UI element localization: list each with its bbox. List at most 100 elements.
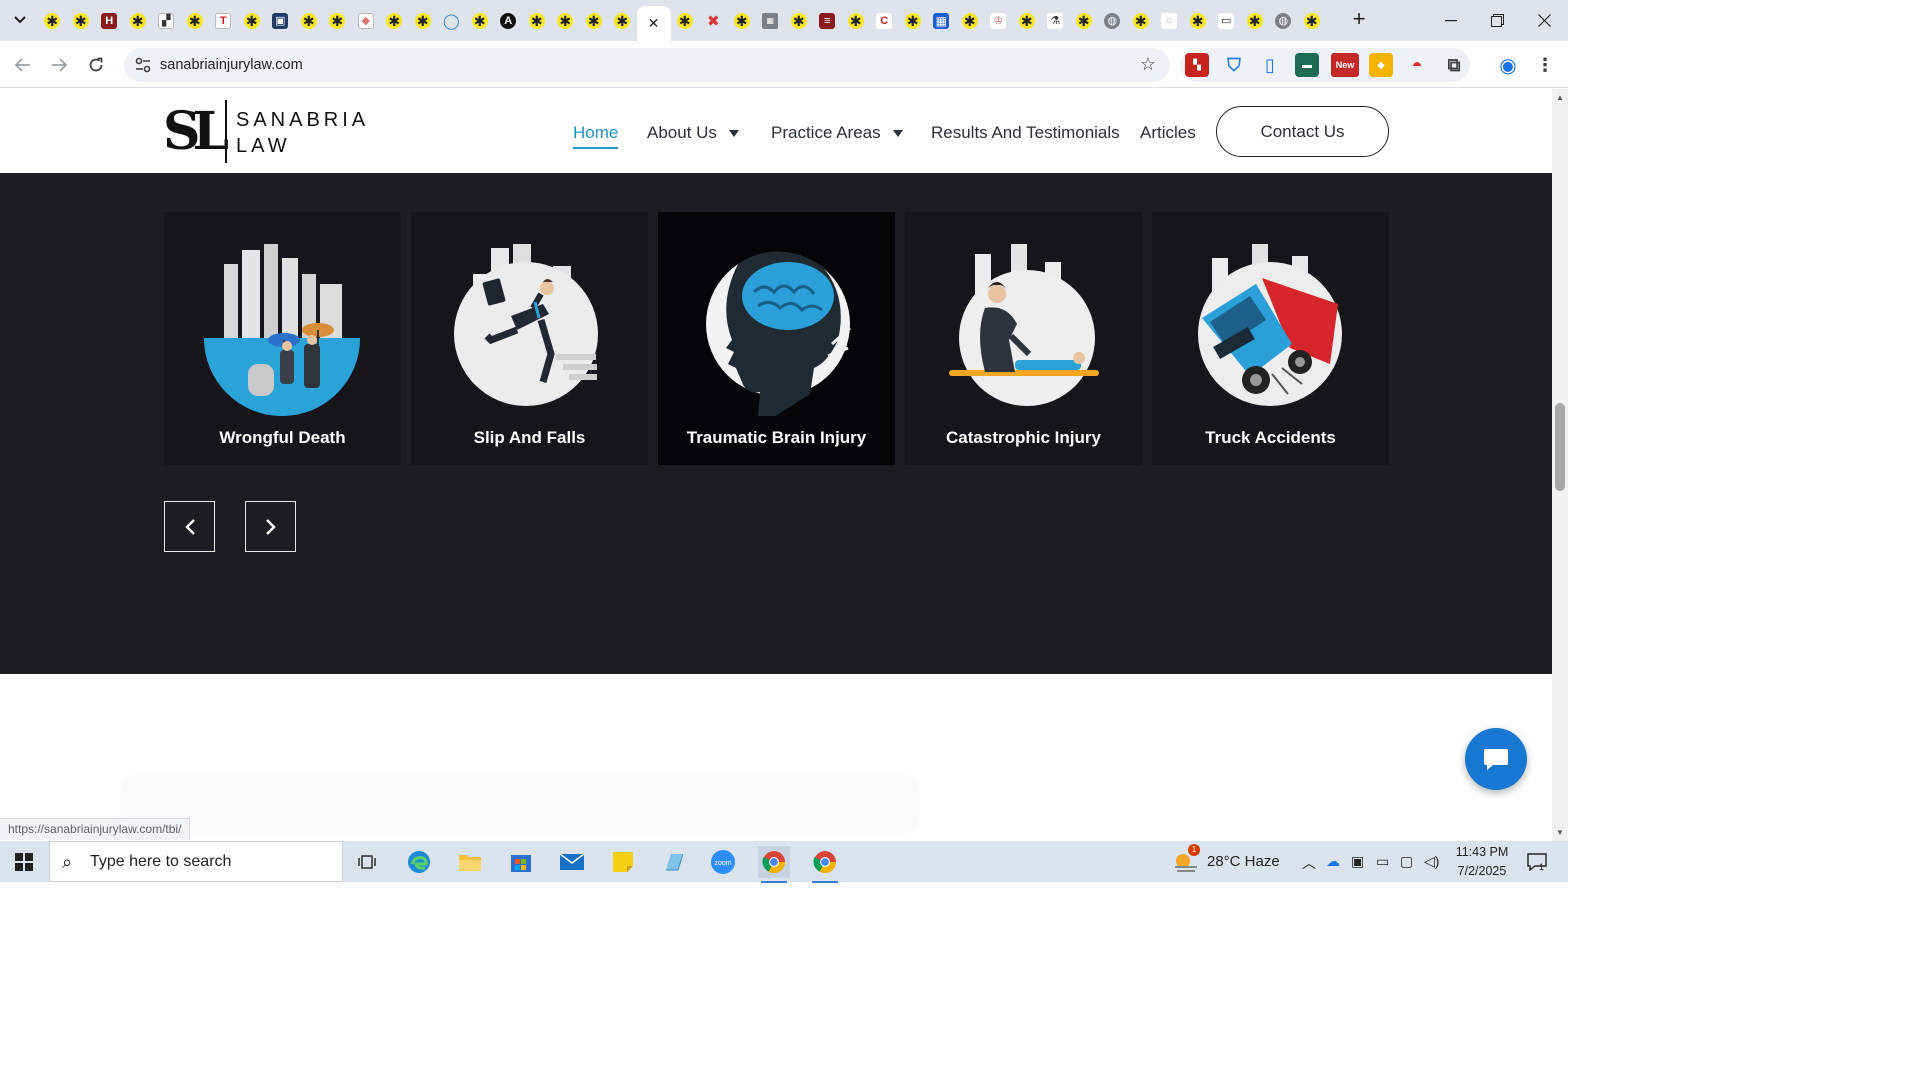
chrome-icon-active[interactable] (758, 846, 790, 883)
volume-icon[interactable]: ◁) (1424, 853, 1439, 870)
start-button[interactable] (0, 841, 48, 882)
browser-tab[interactable]: ✱ (728, 6, 757, 35)
browser-tab[interactable]: ◍ (1098, 6, 1127, 35)
browser-tab[interactable]: ⚗ (1041, 6, 1070, 35)
browser-tab[interactable]: ✱ (956, 6, 985, 35)
sticky-notes-icon[interactable] (607, 846, 639, 878)
site-info-icon[interactable] (134, 56, 152, 74)
onedrive-cloud-icon[interactable]: ☁ (1326, 853, 1340, 870)
browser-tab[interactable]: ✱ (1241, 6, 1270, 35)
shield-extension-icon[interactable]: ⛉ (1222, 53, 1246, 77)
browser-tab[interactable]: ✱ (38, 6, 67, 35)
scroll-up-arrow-icon[interactable]: ▲ (1556, 93, 1564, 102)
browser-tab[interactable]: ✱ (785, 6, 814, 35)
browser-tab[interactable]: ▦ (756, 6, 785, 35)
browser-tab[interactable]: ♔ (984, 6, 1013, 35)
battery-icon[interactable]: ▭ (1376, 853, 1389, 870)
nav-practice-areas[interactable]: Practice Areas (771, 123, 903, 143)
tab-search-button[interactable] (8, 8, 32, 32)
browser-tab[interactable]: ✱ (551, 6, 580, 35)
mail-icon[interactable] (556, 846, 588, 878)
browser-tab[interactable]: ✱ (899, 6, 928, 35)
pdf-extension-icon[interactable]: ▚ (1185, 53, 1209, 77)
back-button[interactable] (10, 52, 36, 78)
puzzle-extensions-icon[interactable]: ⧉ (1442, 53, 1466, 77)
browser-tab[interactable]: ≡ (813, 6, 842, 35)
browser-tab[interactable]: ✱ (181, 6, 210, 35)
reload-button[interactable] (83, 52, 109, 78)
nav-articles[interactable]: Articles (1140, 123, 1196, 143)
microsoft-store-icon[interactable] (505, 846, 537, 878)
practice-card-truck-accidents[interactable]: Truck Accidents (1152, 212, 1389, 465)
browser-tab[interactable]: H (95, 6, 124, 35)
clock[interactable]: 11:43 PM 7/2/2025 (1452, 843, 1512, 881)
folder-extension-icon[interactable]: ▬ (1295, 53, 1319, 77)
practice-card-catastrophic-injury[interactable]: Catastrophic Injury (905, 212, 1142, 465)
browser-tab[interactable]: ▭ (1212, 6, 1241, 35)
restore-button[interactable] (1474, 0, 1520, 41)
browser-tab[interactable]: ○ (1155, 6, 1184, 35)
browser-tab[interactable]: ✱ (380, 6, 409, 35)
taskbar-search-box[interactable]: ⌕ Type here to search (49, 841, 343, 882)
notifications-icon[interactable]: 1 (1521, 846, 1553, 878)
browser-tab[interactable]: ◯ (437, 6, 466, 35)
weather-icon[interactable]: 1 (1170, 844, 1202, 878)
more-menu-icon[interactable]: ⋮ (1533, 53, 1557, 77)
new-badge-extension-icon[interactable]: New (1331, 53, 1359, 77)
doc-extension-icon[interactable]: ▯ (1258, 53, 1282, 77)
contact-us-button[interactable]: Contact Us (1216, 106, 1389, 157)
browser-tab[interactable]: ✱ (842, 6, 871, 35)
chat-widget-button[interactable] (1465, 728, 1527, 790)
practice-card-wrongful-death[interactable]: Wrongful Death (164, 212, 401, 465)
browser-tab[interactable]: ▞ (152, 6, 181, 35)
scroll-down-arrow-icon[interactable]: ▼ (1556, 828, 1564, 837)
browser-tab[interactable]: ◆ (352, 6, 381, 35)
browser-tab[interactable]: ✱ (323, 6, 352, 35)
browser-tab[interactable]: ✱ (608, 6, 637, 35)
network-icon[interactable]: ▢ (1400, 853, 1413, 870)
browser-tab[interactable]: C (870, 6, 899, 35)
browser-tab[interactable]: ✱ (580, 6, 609, 35)
practice-card-traumatic-brain-injury[interactable]: Traumatic Brain Injury (658, 212, 895, 465)
bookmark-star-icon[interactable]: ☆ (1140, 54, 1156, 75)
browser-tab-active[interactable]: ✕ (636, 6, 671, 41)
snipping-tool-icon[interactable] (658, 846, 690, 878)
tray-chevron-up-icon[interactable]: ︿ (1302, 853, 1316, 873)
task-view-icon[interactable] (351, 846, 383, 878)
address-bar[interactable]: sanabriainjurylaw.com ☆ (124, 48, 1170, 82)
pokeball-extension-icon[interactable]: ◓ (1405, 53, 1429, 77)
browser-tab[interactable]: ✱ (671, 6, 700, 35)
browser-tab[interactable]: ✱ (1127, 6, 1156, 35)
weather-text[interactable]: 28°C Haze (1207, 853, 1280, 870)
browser-tab[interactable]: ✱ (1298, 6, 1327, 35)
nav-about-us[interactable]: About Us (647, 123, 739, 143)
nav-home[interactable]: Home (573, 123, 619, 149)
url-text[interactable]: sanabriainjurylaw.com (160, 57, 303, 73)
edge-browser-icon[interactable] (403, 846, 435, 878)
new-tab-button[interactable]: + (1347, 8, 1371, 32)
browser-tab[interactable]: ✱ (295, 6, 324, 35)
browser-tab[interactable]: ✱ (409, 6, 438, 35)
meet-now-icon[interactable]: ▣ (1351, 853, 1364, 870)
zoom-app-icon[interactable]: zoom (707, 846, 739, 878)
nav-results-testimonials[interactable]: Results And Testimonials (931, 123, 1120, 143)
file-explorer-icon[interactable] (454, 846, 486, 878)
browser-tab[interactable]: ✱ (238, 6, 267, 35)
profile-avatar-icon[interactable]: ◉ (1496, 53, 1520, 77)
browser-tab[interactable]: ✱ (1013, 6, 1042, 35)
sanabria-law-logo[interactable]: SL SANABRIA LAW (163, 100, 373, 164)
browser-tab[interactable]: ▣ (266, 6, 295, 35)
close-window-button[interactable] (1521, 0, 1567, 41)
browser-tab[interactable]: ▦ (927, 6, 956, 35)
minimize-button[interactable] (1428, 0, 1474, 41)
close-tab-icon[interactable]: ✕ (648, 15, 660, 32)
carousel-next-button[interactable] (245, 501, 296, 552)
browser-tab[interactable]: ✖ (699, 6, 728, 35)
browser-tab[interactable]: A (494, 6, 523, 35)
browser-tab[interactable]: ✱ (67, 6, 96, 35)
carousel-prev-button[interactable] (164, 501, 215, 552)
browser-tab[interactable]: T (209, 6, 238, 35)
browser-tab[interactable]: ✱ (1070, 6, 1099, 35)
chrome-profile-icon[interactable] (809, 846, 841, 883)
key-extension-icon[interactable]: ◆ (1369, 53, 1393, 77)
